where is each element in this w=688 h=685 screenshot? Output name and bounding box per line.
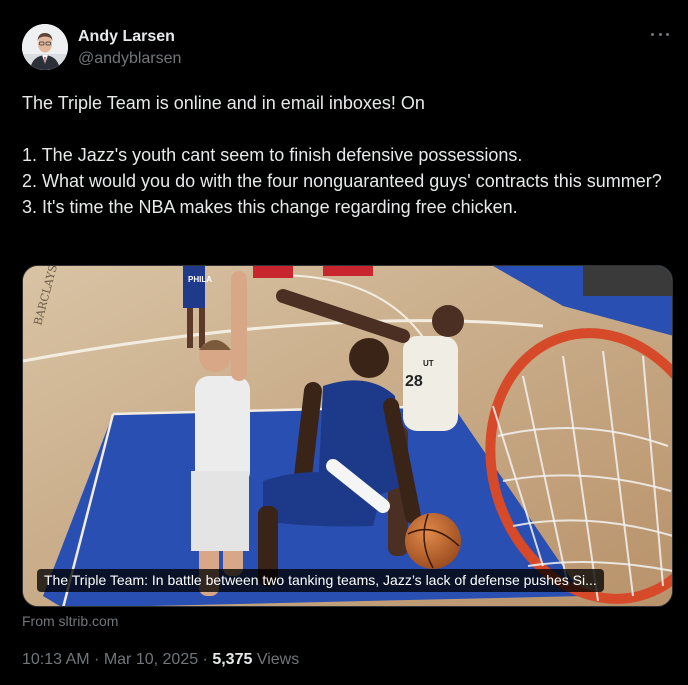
meta-separator: · [89, 651, 104, 668]
tweet-line: 3. It's time the NBA makes this change r… [22, 197, 518, 217]
tweet-time[interactable]: 10:13 AM [22, 651, 90, 668]
tweet-line: 2. What would you do with the four nongu… [22, 171, 662, 191]
views-count: 5,375 [212, 651, 253, 668]
tweet-date[interactable]: Mar 10, 2025 [104, 651, 198, 668]
link-source[interactable]: From sltrib.com [22, 613, 118, 629]
more-options-icon[interactable] [648, 24, 672, 44]
jersey-number: 28 [405, 373, 423, 390]
link-card[interactable]: BARCLAYS CENTER PHILA 28 UT [22, 265, 673, 607]
author-avatar[interactable] [22, 24, 68, 70]
avatar-photo-icon [22, 24, 68, 70]
tweet-meta: 10:13 AM · Mar 10, 2025 · 5,375 Views [22, 651, 299, 669]
meta-separator: · [198, 651, 213, 668]
views-label: Views [252, 651, 300, 668]
jersey-brand: UT [423, 359, 434, 368]
tweet-header: Andy Larsen @andyblarsen [22, 24, 672, 72]
author-handle[interactable]: @andyblarsen [78, 50, 181, 68]
link-card-title[interactable]: The Triple Team: In battle between two t… [37, 569, 604, 592]
tweet-line: The Triple Team is online and in email i… [22, 93, 425, 113]
tweet-line: 1. The Jazz's youth cant seem to finish … [22, 145, 523, 165]
basketball-game-photo: BARCLAYS CENTER PHILA 28 UT [23, 266, 672, 606]
tweet-text: The Triple Team is online and in email i… [22, 90, 672, 220]
jersey-brand: PHILA [188, 275, 212, 284]
author-name[interactable]: Andy Larsen [78, 28, 175, 46]
